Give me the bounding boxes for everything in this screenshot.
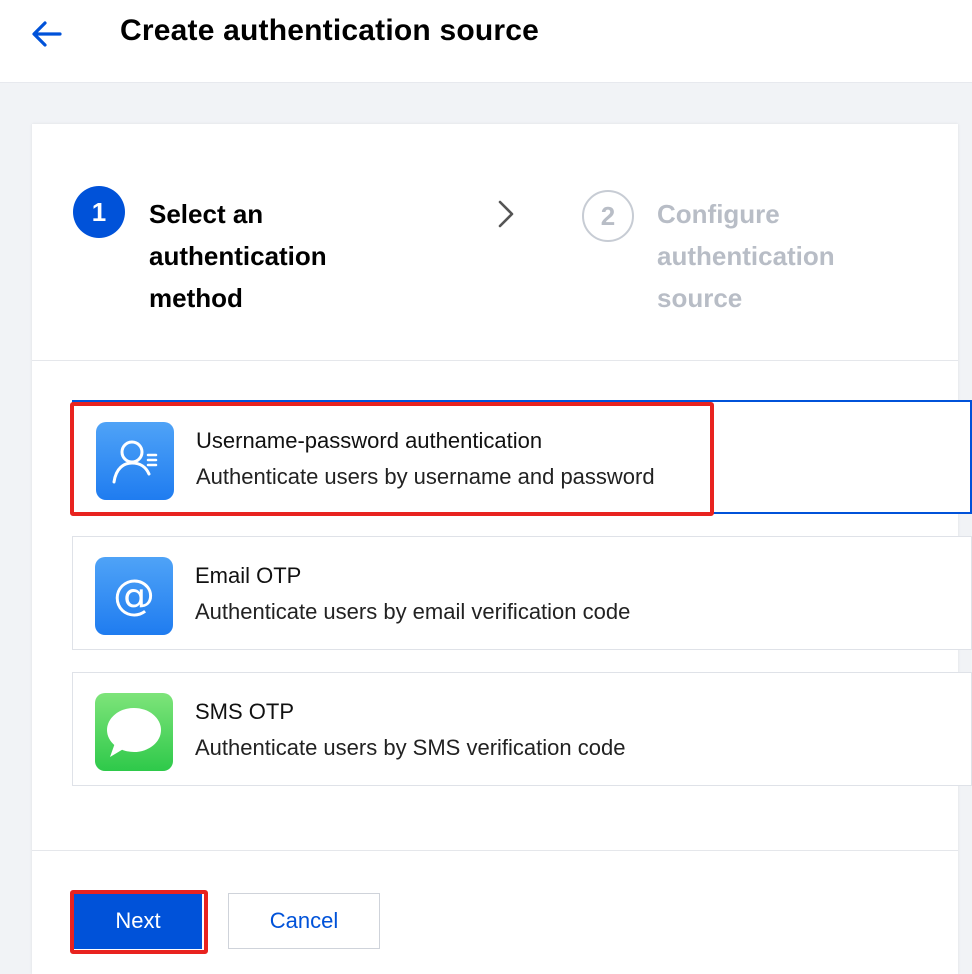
method-option-sms-otp[interactable]: SMS OTP Authenticate users by SMS verifi… (72, 672, 972, 786)
method-description: Authenticate users by SMS verification c… (195, 735, 626, 760)
next-button[interactable]: Next (74, 893, 202, 949)
method-description: Authenticate users by username and passw… (196, 464, 655, 489)
step-1-label: Select an authentication method (149, 199, 327, 313)
cancel-button[interactable]: Cancel (228, 893, 380, 949)
method-description: Authenticate users by email verification… (195, 599, 631, 624)
method-title: Username-password authentication (196, 428, 543, 453)
chevron-right-icon (498, 200, 514, 228)
method-option-username-password[interactable]: Username-password authentication Authent… (72, 400, 972, 514)
method-title: SMS OTP (195, 699, 295, 724)
user-password-icon (96, 422, 174, 500)
at-sign-icon: @ (95, 557, 173, 635)
steps-bar: 1 Select an authentication method 2 Conf… (32, 124, 958, 361)
step-1-indicator: 1 (73, 186, 125, 238)
method-option-email-otp[interactable]: @ Email OTP Authenticate users by email … (72, 536, 972, 650)
step-2-label: Configure authentication source (657, 199, 835, 313)
arrow-left-icon[interactable] (30, 17, 64, 51)
page-header: Create authentication source (0, 0, 972, 83)
step-2-indicator: 2 (582, 190, 634, 242)
message-bubble-icon (95, 693, 173, 771)
wizard-card: 1 Select an authentication method 2 Conf… (32, 124, 972, 974)
method-title: Email OTP (195, 563, 302, 588)
page-title: Create authentication source (120, 14, 540, 47)
wizard-footer: Next Cancel (32, 850, 958, 949)
svg-text:@: @ (113, 570, 155, 619)
